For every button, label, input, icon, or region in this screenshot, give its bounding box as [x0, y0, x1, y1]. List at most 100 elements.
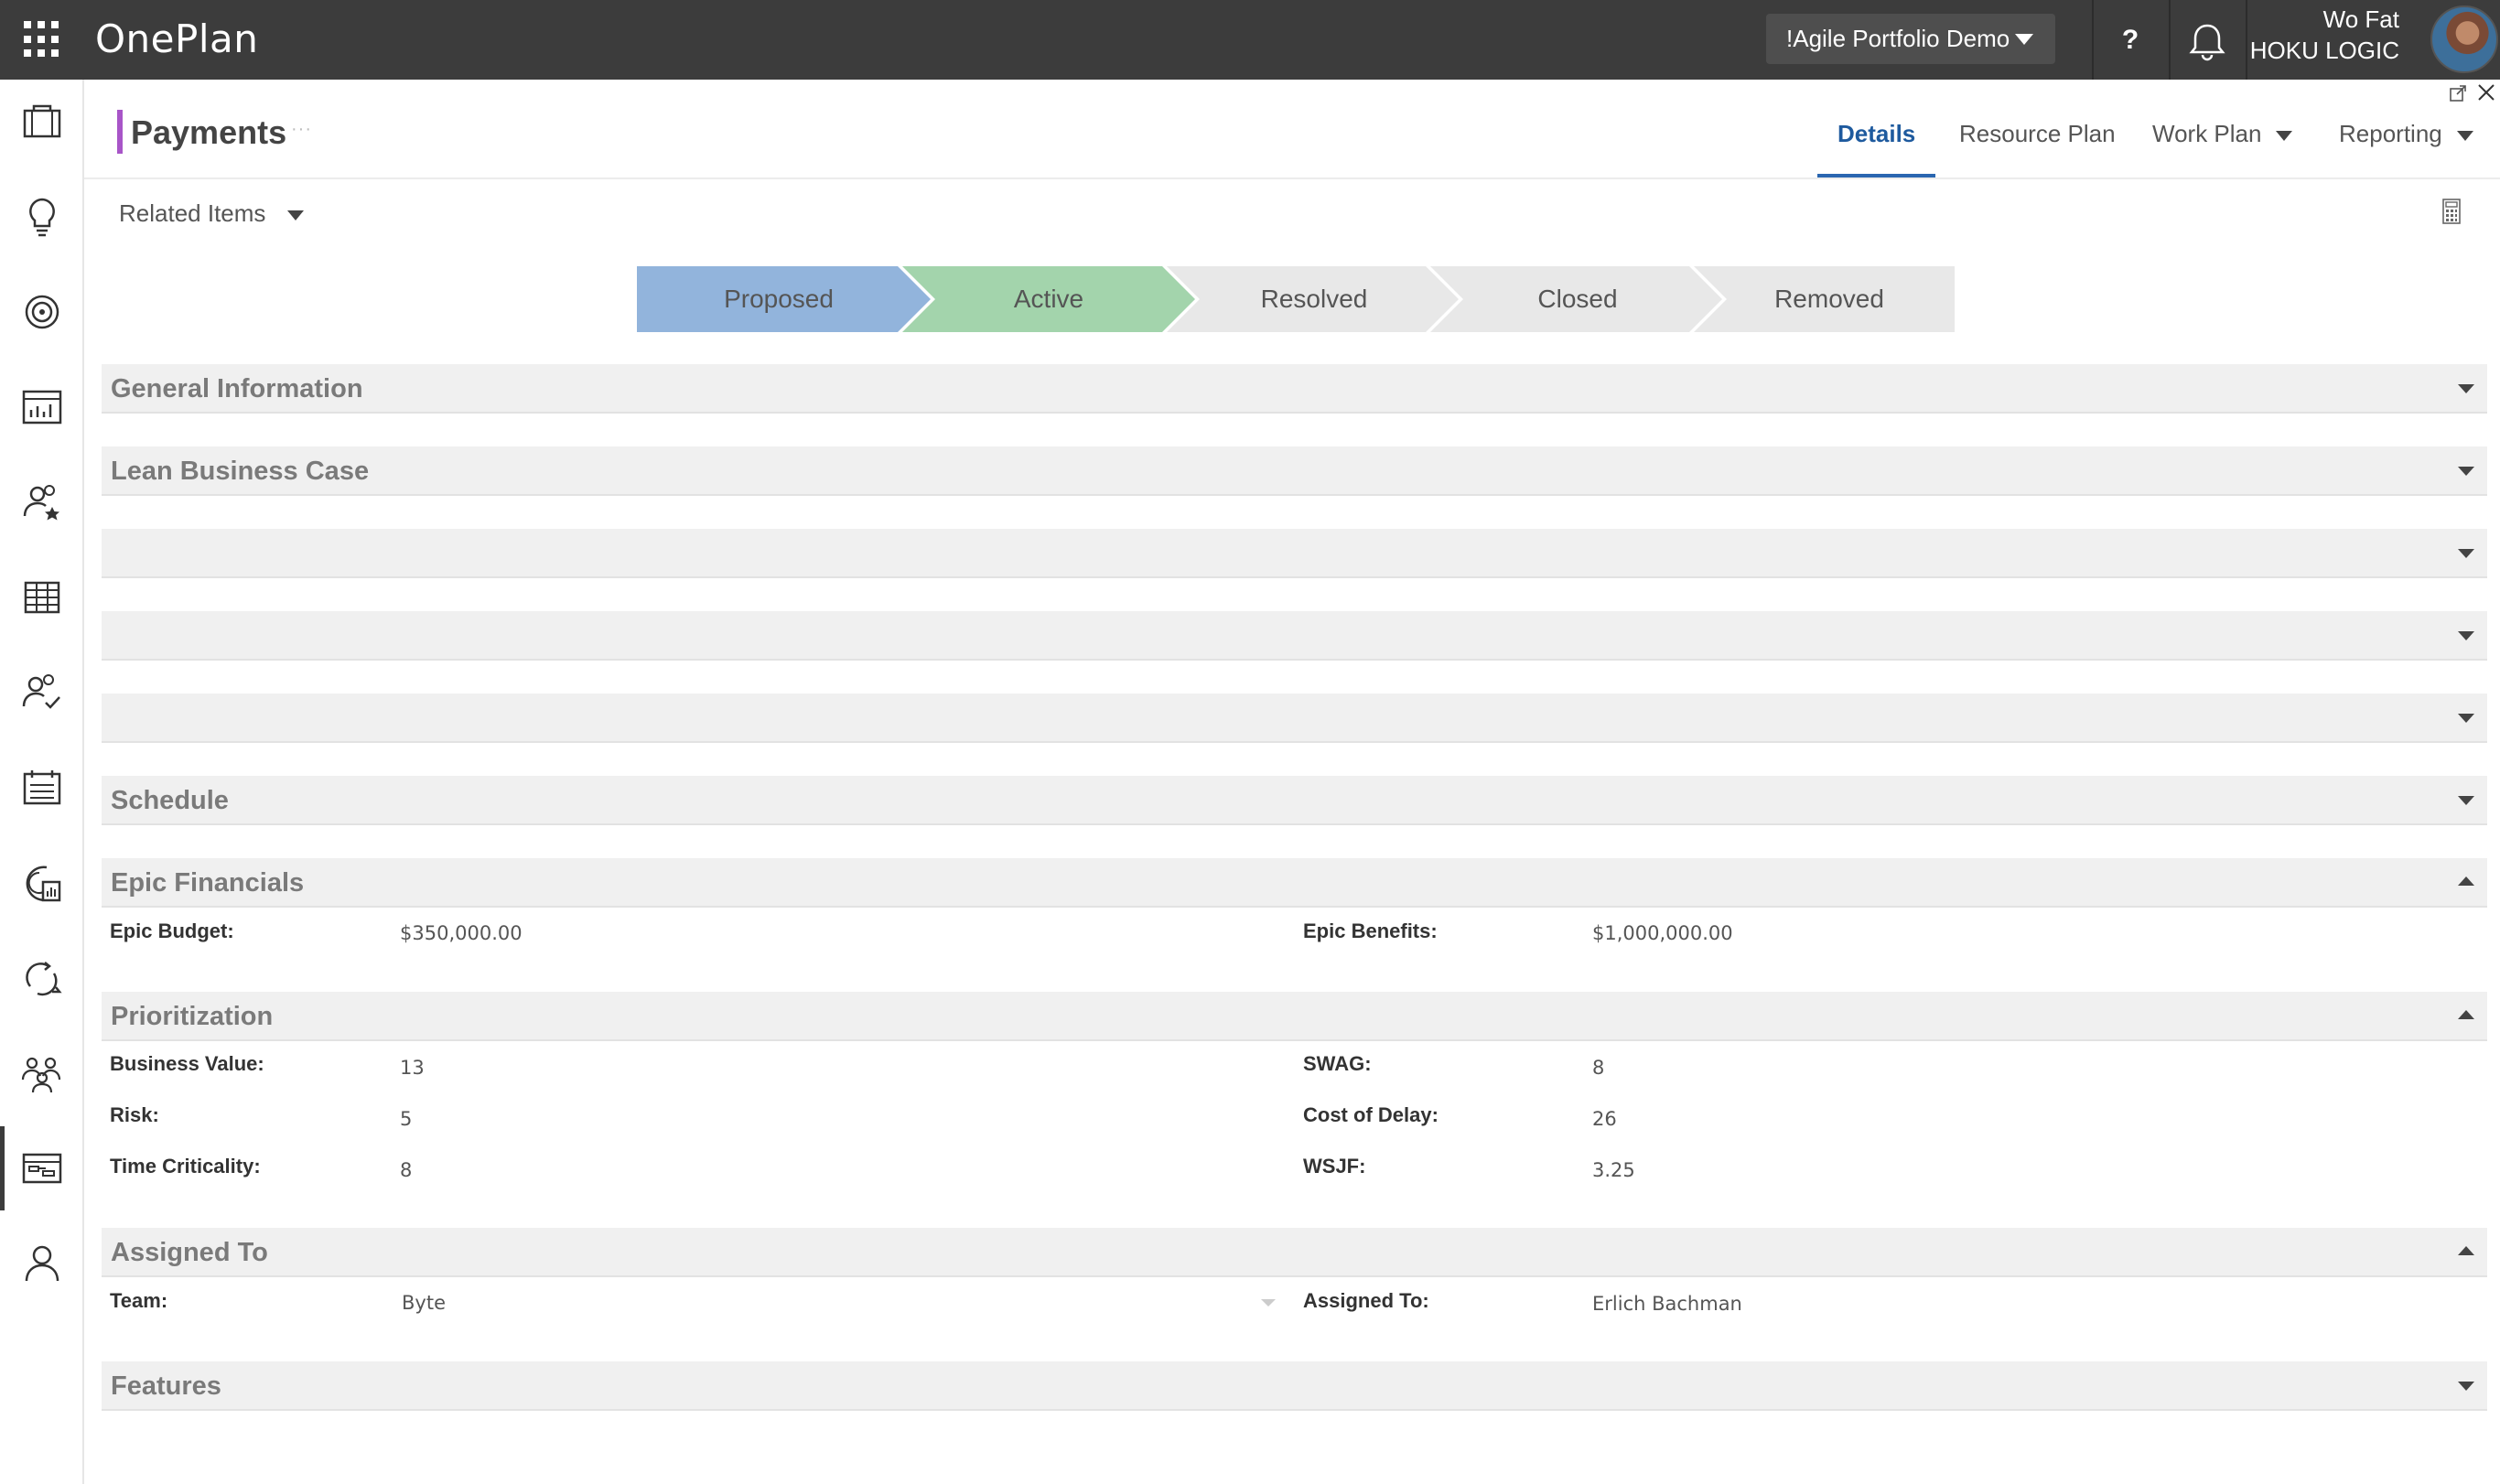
nav-workflow[interactable]	[0, 936, 84, 1020]
risk-label: Risk:	[110, 1103, 159, 1126]
nav-goals[interactable]	[0, 270, 84, 354]
tab-label: Work Plan	[2152, 120, 2262, 147]
user-org[interactable]: HOKU LOGIC	[2250, 37, 2399, 65]
section-title: Lean Business Case	[111, 457, 370, 486]
nav-reports[interactable]	[0, 841, 84, 925]
app-title[interactable]: OnePlan	[95, 16, 258, 61]
nav-dashboards[interactable]	[0, 365, 84, 449]
people-star-icon	[23, 485, 59, 521]
time-criticality-label: Time Criticality:	[110, 1155, 261, 1178]
cost-of-delay-label: Cost of Delay:	[1303, 1103, 1439, 1126]
tab-details[interactable]: Details	[1816, 108, 1936, 177]
left-nav-rail	[0, 80, 84, 1484]
page-title: Payments	[131, 113, 287, 151]
nav-portfolio[interactable]	[0, 80, 84, 164]
title-accent-bar	[117, 110, 123, 154]
section-title: General Information	[111, 374, 363, 403]
help-button[interactable]: ?	[2096, 0, 2165, 80]
time-criticality-value[interactable]: 8	[400, 1159, 412, 1181]
chevron-down-icon[interactable]	[1261, 1299, 1276, 1307]
chevron-down-icon	[2276, 130, 2293, 141]
epic-benefits-value[interactable]: $1,000,000.00	[1592, 922, 1733, 944]
chevron-up-icon	[2458, 1246, 2474, 1255]
tab-resource-plan[interactable]: Resource Plan	[1959, 108, 2116, 177]
nav-ideas[interactable]	[0, 175, 84, 259]
stage-resolved[interactable]: Resolved	[1177, 266, 1451, 332]
chevron-down-icon	[2458, 1382, 2474, 1391]
stage-closed[interactable]: Closed	[1440, 266, 1715, 332]
globe-report-icon	[26, 866, 61, 902]
app-launcher-icon[interactable]	[24, 21, 60, 58]
risk-value[interactable]: 5	[400, 1108, 412, 1130]
team-icon	[21, 1057, 61, 1093]
nav-resources[interactable]	[0, 460, 84, 544]
portfolio-selector[interactable]: !Agile Portfolio Demo	[1766, 14, 2055, 64]
more-options-icon[interactable]: ···	[291, 119, 312, 140]
section-features[interactable]: Features	[102, 1361, 2487, 1411]
epic-budget-label: Epic Budget:	[110, 919, 234, 942]
grid-table-icon	[24, 581, 60, 614]
calculator-icon[interactable]	[2441, 198, 2462, 225]
section-untitled-2[interactable]	[102, 611, 2487, 661]
stage-progress: Proposed Active Resolved Closed Removed	[637, 266, 1955, 332]
nav-profile[interactable]	[0, 1221, 84, 1306]
team-label: Team:	[110, 1289, 168, 1312]
section-prioritization[interactable]: Prioritization	[102, 992, 2487, 1041]
chevron-down-icon	[2458, 796, 2474, 805]
nav-approvals[interactable]	[0, 651, 84, 735]
assigned-to-label: Assigned To:	[1303, 1289, 1429, 1312]
calendar-list-icon	[23, 770, 61, 805]
section-epic-financials[interactable]: Epic Financials	[102, 858, 2487, 908]
pop-out-icon[interactable]	[2449, 84, 2467, 102]
nav-timesheets[interactable]	[0, 746, 84, 830]
user-name[interactable]: Wo Fat	[2323, 5, 2399, 34]
section-title: Prioritization	[111, 1002, 274, 1031]
divider	[2169, 0, 2171, 80]
section-assigned-to[interactable]: Assigned To	[102, 1228, 2487, 1277]
related-items-dropdown[interactable]: Related Items	[119, 199, 304, 228]
section-untitled-3[interactable]	[102, 694, 2487, 743]
nav-boards[interactable]	[0, 1126, 84, 1210]
chevron-down-icon	[2458, 549, 2474, 558]
chevron-down-icon	[2458, 467, 2474, 476]
related-items-label: Related Items	[119, 199, 266, 227]
tab-label: Reporting	[2339, 120, 2442, 147]
avatar[interactable]	[2430, 5, 2498, 73]
wsjf-value[interactable]: 3.25	[1592, 1159, 1635, 1181]
wsjf-label: WSJF:	[1303, 1155, 1366, 1178]
nav-teams[interactable]	[0, 1031, 84, 1115]
business-value-value[interactable]: 13	[400, 1057, 425, 1079]
tab-reporting[interactable]: Reporting	[2339, 108, 2473, 177]
divider	[2246, 0, 2247, 80]
chevron-up-icon	[2458, 876, 2474, 886]
stage-active[interactable]: Active	[911, 266, 1186, 332]
section-general-information[interactable]: General Information	[102, 364, 2487, 414]
section-schedule[interactable]: Schedule	[102, 776, 2487, 825]
dashboard-chart-icon	[22, 390, 62, 425]
section-untitled-1[interactable]	[102, 529, 2487, 578]
section-lean-business-case[interactable]: Lean Business Case	[102, 446, 2487, 496]
epic-benefits-label: Epic Benefits:	[1303, 919, 1438, 942]
chevron-down-icon	[286, 210, 304, 220]
lightbulb-icon	[29, 198, 55, 237]
nav-grid[interactable]	[0, 555, 84, 640]
notifications-button[interactable]	[2172, 0, 2242, 80]
stage-removed[interactable]: Removed	[1704, 266, 1955, 332]
stage-proposed[interactable]: Proposed	[637, 266, 921, 332]
section-title: Features	[111, 1371, 221, 1401]
team-select[interactable]: Byte	[402, 1292, 446, 1314]
swag-value[interactable]: 8	[1592, 1057, 1604, 1079]
section-title: Assigned To	[111, 1238, 268, 1267]
chevron-down-icon	[2456, 130, 2473, 141]
section-title: Schedule	[111, 786, 229, 815]
chevron-up-icon	[2458, 1010, 2474, 1019]
close-icon[interactable]	[2476, 82, 2496, 102]
bell-icon	[2189, 24, 2225, 61]
tab-work-plan[interactable]: Work Plan	[2152, 108, 2293, 177]
cost-of-delay-value[interactable]: 26	[1592, 1108, 1617, 1130]
epic-budget-value[interactable]: $350,000.00	[400, 922, 523, 944]
board-icon	[22, 1153, 62, 1184]
portfolio-selector-label: !Agile Portfolio Demo	[1786, 25, 2010, 52]
chevron-down-icon	[2458, 631, 2474, 640]
assigned-to-value[interactable]: Erlich Bachman	[1592, 1293, 1742, 1315]
